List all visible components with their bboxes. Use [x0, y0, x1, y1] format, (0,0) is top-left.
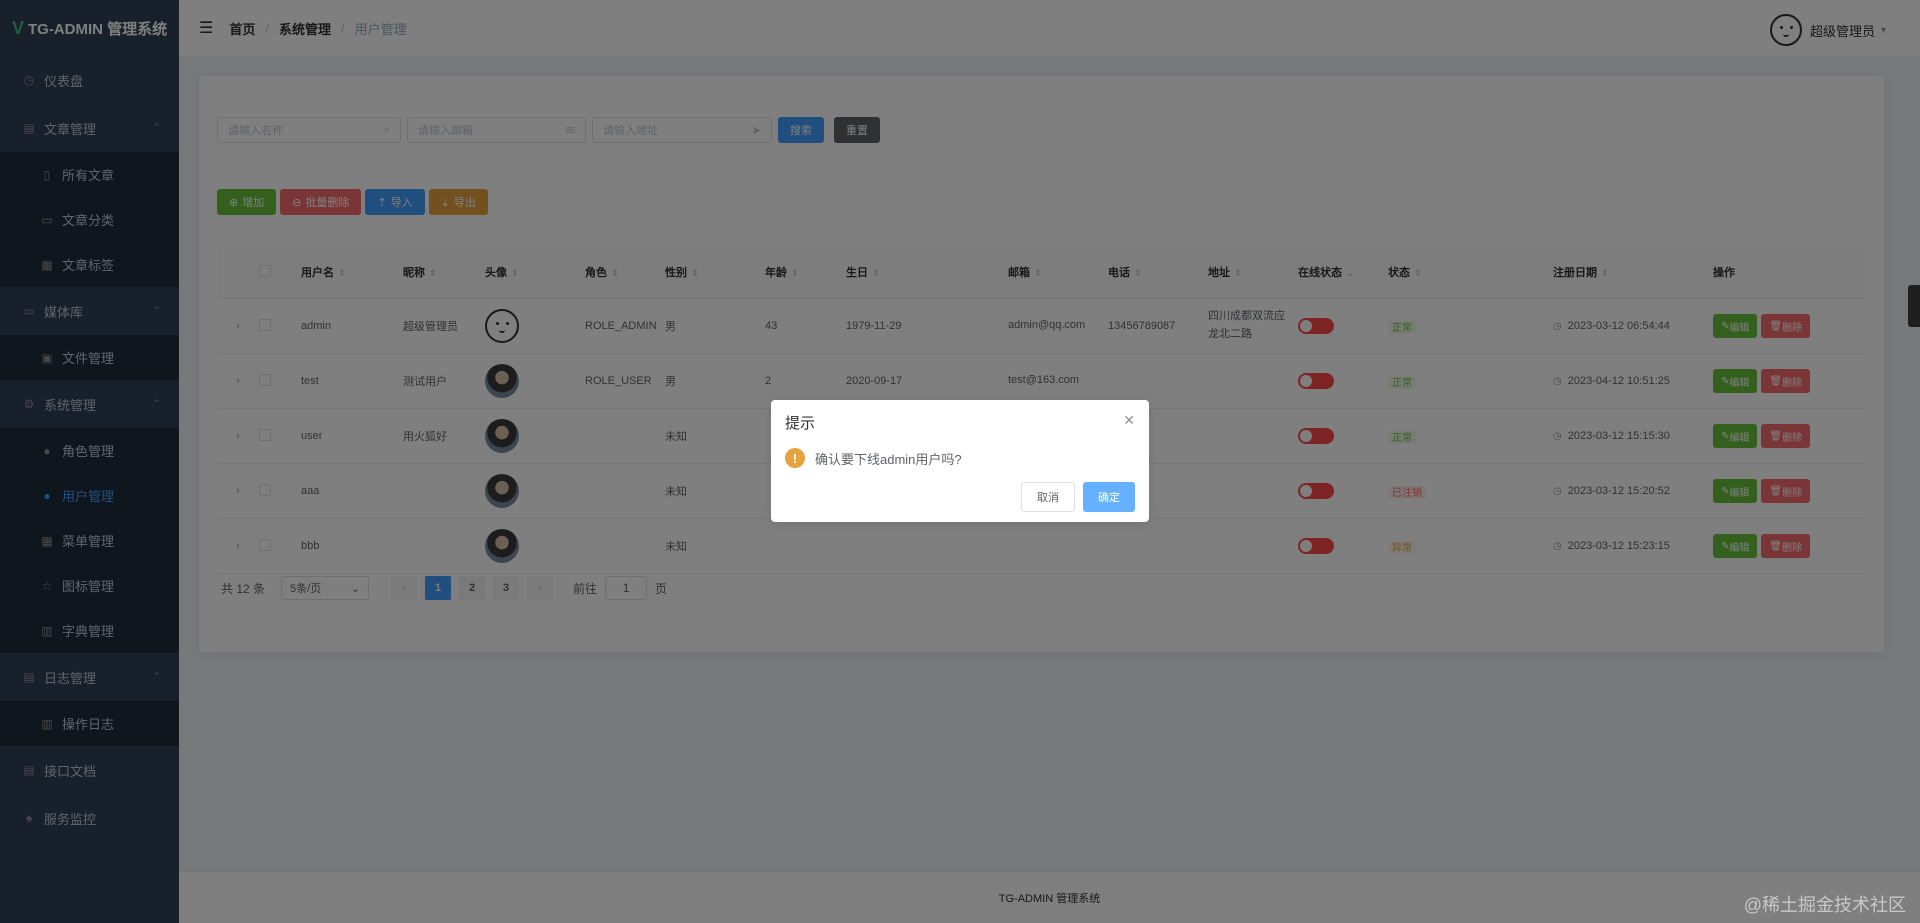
- dialog-title: 提示: [785, 415, 816, 432]
- dialog-actions: 取消 确定: [1021, 482, 1135, 512]
- dialog-message-text: 确认要下线admin用户吗?: [815, 451, 962, 467]
- close-icon[interactable]: ✕: [1123, 412, 1135, 429]
- cancel-button[interactable]: 取消: [1021, 482, 1075, 512]
- confirm-button[interactable]: 确定: [1083, 482, 1135, 512]
- side-drawer-handle[interactable]: [1908, 285, 1920, 327]
- warning-icon: !: [785, 448, 805, 468]
- confirm-dialog: 提示 ✕ ! 确认要下线admin用户吗? 取消 确定: [771, 400, 1149, 522]
- dialog-message: ! 确认要下线admin用户吗?: [785, 448, 962, 468]
- watermark: @稀土掘金技术社区: [1743, 895, 1906, 915]
